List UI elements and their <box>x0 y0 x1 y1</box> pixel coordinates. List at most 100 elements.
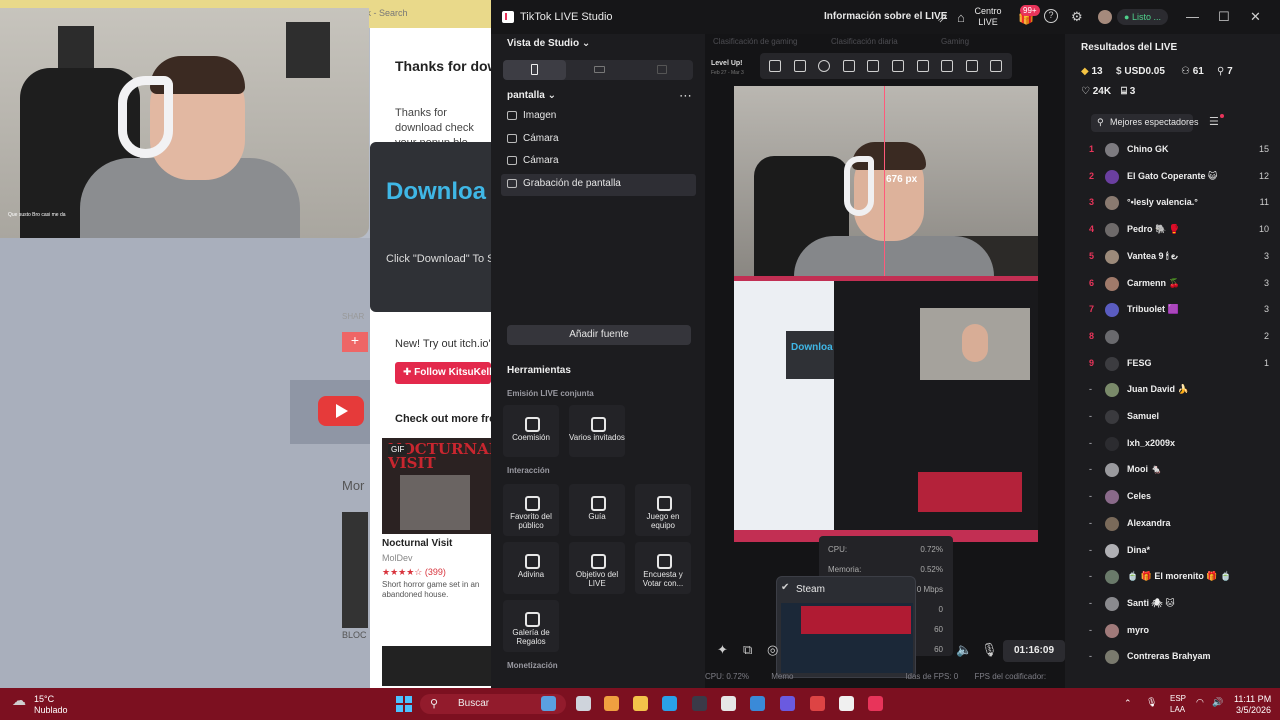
layout-icon[interactable]: ⧉ <box>743 642 752 658</box>
crop-icon[interactable] <box>842 60 855 72</box>
stream-canvas[interactable]: 676 px Downloa <box>734 86 1038 542</box>
scene-dropdown[interactable]: pantalla ⌄ <box>507 90 556 101</box>
source-item[interactable]: Cámara <box>501 129 696 151</box>
notepad-icon[interactable] <box>839 696 854 711</box>
preview-tab[interactable]: Gaming <box>941 37 969 46</box>
layer-up-icon[interactable] <box>916 60 929 72</box>
help-icon[interactable]: ? <box>1044 9 1058 23</box>
interaction-tile[interactable]: Objetivo del LIVE <box>569 542 625 594</box>
viewer-row[interactable]: 1 Chino GK 15 <box>1081 138 1271 164</box>
windows-start-icon[interactable] <box>396 696 412 712</box>
clock-date[interactable]: 3/5/2026 <box>1236 705 1271 715</box>
more-options-icon[interactable]: ⋯ <box>679 88 692 104</box>
viewer-row[interactable]: - Mooi 🐁 <box>1081 458 1271 484</box>
landscape-toggle[interactable] <box>594 66 605 73</box>
interaction-tile[interactable]: Galería de Regalos <box>503 600 559 652</box>
file-explorer-icon[interactable] <box>633 696 648 711</box>
add-source-button[interactable]: Añadir fuente <box>507 325 691 345</box>
effects-icon[interactable]: ◎ <box>767 642 778 658</box>
source-item[interactable]: Cámara <box>501 151 696 173</box>
viewer-row[interactable]: 4 Pedro 🐘 🥊 10 <box>1081 218 1271 244</box>
dual-layout-toggle[interactable] <box>657 65 667 74</box>
youtube-play-icon[interactable] <box>318 396 364 426</box>
chevron-up-icon[interactable]: ⌃ <box>1124 698 1132 709</box>
speaker-icon[interactable]: 🔈 <box>956 642 972 658</box>
mail-icon[interactable] <box>750 696 765 711</box>
edge-icon[interactable] <box>662 696 677 711</box>
interaction-tile[interactable]: Favorito del público <box>503 484 559 536</box>
widgets-icon[interactable] <box>541 696 556 711</box>
viewer-row[interactable]: 6 Carmenn 🍒 3 <box>1081 272 1271 298</box>
alien-icon[interactable] <box>721 696 736 711</box>
viewer-row[interactable]: 9 FESG 1 <box>1081 352 1271 378</box>
download-title[interactable]: Downloa <box>386 178 486 206</box>
viewer-row[interactable]: 7 Tribuolet 🟪 3 <box>1081 298 1271 324</box>
source-item[interactable]: Imagen <box>501 106 696 128</box>
viewer-row[interactable]: - lxh_x2009x <box>1081 432 1271 458</box>
view-mode-dropdown[interactable]: Vista de Studio ⌄ <box>507 38 590 49</box>
status-badge[interactable]: ● Listo ... <box>1117 9 1168 25</box>
joint-tile[interactable]: Varios invitados <box>569 405 625 457</box>
preview-tab[interactable]: Clasificación diaria <box>831 37 898 46</box>
viewer-row[interactable]: 5 Vantea 9 🕯 ౿ 3 <box>1081 245 1271 271</box>
maximize-icon[interactable]: ☐ <box>1218 9 1230 25</box>
game-name[interactable]: Nocturnal Visit <box>382 538 452 549</box>
game-developer[interactable]: MolDev <box>382 553 413 563</box>
teams-icon[interactable] <box>780 696 795 711</box>
crop-fit-icon[interactable] <box>769 60 781 72</box>
clock-time[interactable]: 11:11 PM <box>1234 694 1271 704</box>
viewer-row[interactable]: - Contreras Brahyam <box>1081 645 1271 671</box>
duplicate-icon[interactable] <box>867 60 880 72</box>
minimize-icon[interactable]: — <box>1186 9 1199 24</box>
share-plus-button[interactable]: + <box>342 332 368 352</box>
viewer-row[interactable]: - Dina* <box>1081 539 1271 565</box>
magic-wand-icon[interactable]: ✦ <box>717 642 728 658</box>
rotate-icon[interactable] <box>965 60 978 72</box>
microphone-icon[interactable]: 🎙 <box>981 642 998 658</box>
share-icon[interactable]: ⇗ <box>937 10 948 26</box>
interaction-tile[interactable]: Adivina <box>503 542 559 594</box>
interaction-tile[interactable]: Juego en equipo <box>635 484 691 536</box>
store-icon[interactable] <box>692 696 707 711</box>
interaction-tile[interactable]: Guía <box>569 484 625 536</box>
viewer-row[interactable]: - Celes <box>1081 485 1271 511</box>
viewer-row[interactable]: - Alexandra <box>1081 512 1271 538</box>
viewer-row[interactable]: 3 °•lesly valencia.° 11 <box>1081 191 1271 217</box>
weather-icon[interactable]: ☁ <box>12 692 26 709</box>
preview-tab[interactable]: Clasificación de gaming <box>713 37 798 46</box>
layer-down-icon[interactable] <box>941 60 954 72</box>
gear-icon[interactable]: ⚙ <box>1071 9 1083 25</box>
source-item[interactable]: Grabación de pantalla <box>501 173 696 196</box>
tiktok-icon[interactable] <box>868 696 883 711</box>
home-icon[interactable]: ⌂ <box>957 10 965 25</box>
viewer-row[interactable]: - 🍵 🎁 El morenito 🎁 🍵 <box>1081 565 1271 591</box>
viewer-row[interactable]: - Samuel <box>1081 405 1271 431</box>
game-thumbnail-bottom[interactable] <box>382 646 492 686</box>
live-info-link[interactable]: Información sobre el LIVE <box>824 11 947 22</box>
microphone-tray-icon[interactable]: 🎙 <box>1146 697 1157 708</box>
viewer-row[interactable]: 82 <box>1081 325 1271 351</box>
wifi-icon[interactable]: ◠ <box>1196 697 1204 708</box>
task-view-icon[interactable] <box>576 696 591 711</box>
trash-icon[interactable] <box>990 60 1003 72</box>
centro-live-button[interactable]: Centro LIVE <box>973 6 1003 28</box>
chrome-icon[interactable] <box>810 696 825 711</box>
game-thumbnail-left[interactable] <box>342 512 368 628</box>
viewer-row[interactable]: - Santi 🕷 🐱 <box>1081 592 1271 618</box>
close-icon[interactable]: ✕ <box>1250 9 1261 25</box>
top-viewers-tab[interactable]: ⚲ Mejores espectadores <box>1091 114 1199 132</box>
volume-icon[interactable]: 🔊 <box>1212 697 1223 708</box>
language-layout[interactable]: LAA <box>1170 705 1185 714</box>
avatar[interactable] <box>1098 10 1112 24</box>
interaction-tile[interactable]: Encuesta y Votar con... <box>635 542 691 594</box>
viewer-row[interactable]: - Juan David 🍌 <box>1081 378 1271 404</box>
joint-tile[interactable]: Coemisión <box>503 405 559 457</box>
viewer-row[interactable]: - myro <box>1081 619 1271 645</box>
language-code[interactable]: ESP <box>1170 694 1186 703</box>
expand-icon[interactable] <box>793 60 806 72</box>
list-icon[interactable]: ☰ <box>1209 115 1219 128</box>
follow-button[interactable]: ✚ Follow KitsuKell <box>395 362 492 384</box>
copilot-icon[interactable] <box>604 696 619 711</box>
flip-icon[interactable] <box>892 60 904 72</box>
viewer-row[interactable]: 2 El Gato Coperante 😺 12 <box>1081 165 1271 191</box>
